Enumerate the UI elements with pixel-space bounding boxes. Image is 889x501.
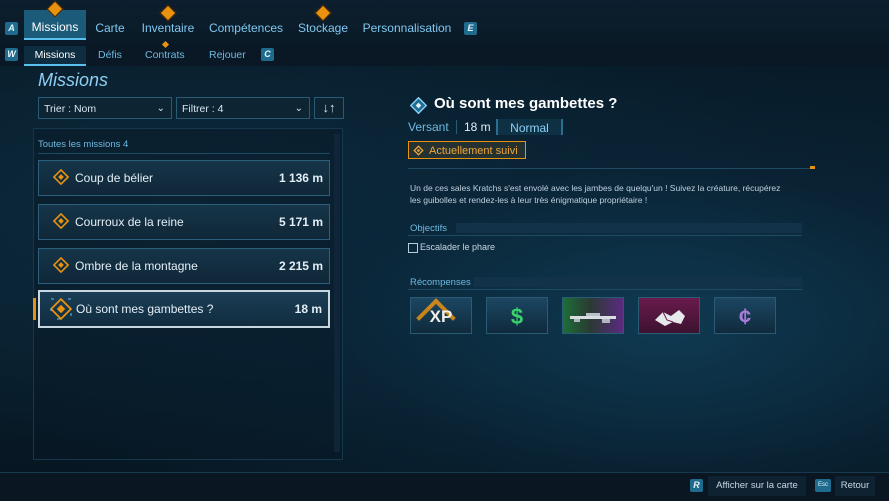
sniper-rifle-icon <box>570 313 616 323</box>
tab-label: Personnalisation <box>362 21 452 35</box>
subtab-defis[interactable]: Défis <box>98 46 122 64</box>
chevron-down-icon: ⌄ <box>156 103 165 114</box>
sort-dropdown[interactable]: Trier : Nom ⌄ <box>38 97 172 119</box>
section-bar <box>474 277 802 287</box>
section-bar <box>456 223 802 233</box>
mission-item[interactable]: Coup de bélier 1 136 m <box>38 160 330 196</box>
tab-competences[interactable]: Compétences <box>208 14 284 42</box>
tab-label: Stockage <box>297 21 349 35</box>
divider <box>408 235 802 236</box>
tracked-mission-icon <box>50 298 72 320</box>
back-key[interactable]: Esc <box>815 479 831 492</box>
mission-description: Un de ces sales Kratchs s'est envolé ave… <box>410 183 781 205</box>
show-on-map-button[interactable]: Afficher sur la carte <box>708 476 806 496</box>
mission-list-header: Toutes les missions 4 <box>38 139 330 154</box>
reward-xp[interactable]: XP <box>410 297 472 334</box>
list-scrollbar[interactable] <box>334 134 340 452</box>
cosmetic-icon <box>655 310 685 326</box>
rewards-header: Récompenses <box>410 277 471 288</box>
reward-label: XP <box>429 307 453 326</box>
tab-carte[interactable]: Carte <box>90 14 130 42</box>
mission-distance: 2 215 m <box>278 259 323 273</box>
nav-right-key[interactable]: E <box>464 22 477 35</box>
mission-icon <box>53 213 69 229</box>
mission-item[interactable]: Courroux de la reine 5 171 m <box>38 204 330 240</box>
tab-label: Carte <box>95 21 125 35</box>
chevron-down-icon: ⌄ <box>294 103 303 114</box>
back-button[interactable]: Retour <box>835 476 875 496</box>
reward-weapon[interactable] <box>562 297 624 334</box>
mission-type-icon <box>410 97 427 114</box>
tab-inventaire[interactable]: Inventaire <box>138 4 198 42</box>
filter-label: Filtrer : 4 <box>182 103 224 115</box>
subtab-rejouer[interactable]: Rejouer <box>209 46 246 64</box>
eridium-icon: ¢ <box>738 304 752 329</box>
nav-left-key[interactable]: A <box>5 22 18 35</box>
mission-distance: 1 136 m <box>278 171 323 185</box>
mission-location: Versant <box>408 120 449 134</box>
divider <box>456 120 457 134</box>
mission-item[interactable]: Ombre de la montagne 2 215 m <box>38 248 330 284</box>
mission-icon <box>53 169 69 185</box>
subnav-left-key[interactable]: W <box>5 48 18 61</box>
selected-indicator <box>33 298 36 320</box>
tab-stockage[interactable]: Stockage <box>296 4 350 42</box>
mission-distance: 5 171 m <box>278 215 323 229</box>
reward-cash[interactable]: $ <box>486 297 548 334</box>
objective-checkbox <box>408 243 418 253</box>
subnav-right-key[interactable]: C <box>261 48 274 61</box>
mission-title: Où sont mes gambettes ? <box>434 95 618 112</box>
tab-label: Compétences <box>208 21 284 35</box>
cash-icon: $ <box>510 304 524 329</box>
subtab-missions[interactable]: Missions <box>24 46 86 66</box>
difficulty-badge: Normal <box>496 119 563 135</box>
mission-name: Courroux de la reine <box>75 215 184 229</box>
divider <box>408 168 812 169</box>
mission-name: Ombre de la montagne <box>75 259 198 273</box>
mission-icon <box>53 257 69 273</box>
difficulty-label: Normal <box>510 121 549 135</box>
tracked-label: Actuellement suivi <box>429 145 518 157</box>
sub-nav-bar <box>0 44 889 66</box>
filter-dropdown[interactable]: Filtrer : 4 ⌄ <box>176 97 310 119</box>
mission-name: Coup de bélier <box>75 171 154 185</box>
tab-personnalisation[interactable]: Personnalisation <box>362 14 452 42</box>
sort-order-button[interactable]: ↓↑ <box>314 97 344 119</box>
mission-list-header-label: Toutes les missions 4 <box>38 139 129 150</box>
divider <box>408 289 802 290</box>
rule-accent <box>810 166 815 169</box>
sort-order-icon: ↓↑ <box>322 100 336 115</box>
map-key[interactable]: R <box>690 479 703 492</box>
reward-cosmetic[interactable] <box>638 297 700 334</box>
mission-distance: 18 m <box>464 120 491 134</box>
sort-label: Trier : Nom <box>44 103 97 115</box>
mission-distance: 18 m <box>294 302 322 316</box>
page-title: Missions <box>38 70 109 90</box>
mission-item-selected[interactable]: Où sont mes gambettes ? 18 m <box>38 290 330 328</box>
objective-text: Escalader le phare <box>420 242 496 252</box>
objectives-header: Objectifs <box>410 223 447 234</box>
tracked-badge: Actuellement suivi <box>408 141 526 159</box>
tab-label: Inventaire <box>141 21 195 35</box>
subtab-contrats[interactable]: Contrats <box>145 46 185 64</box>
tab-missions[interactable]: Missions <box>24 0 86 40</box>
tab-label: Missions <box>31 20 79 34</box>
mission-name: Où sont mes gambettes ? <box>76 302 214 316</box>
tracking-icon <box>413 145 424 156</box>
reward-eridium[interactable]: ¢ <box>714 297 776 334</box>
